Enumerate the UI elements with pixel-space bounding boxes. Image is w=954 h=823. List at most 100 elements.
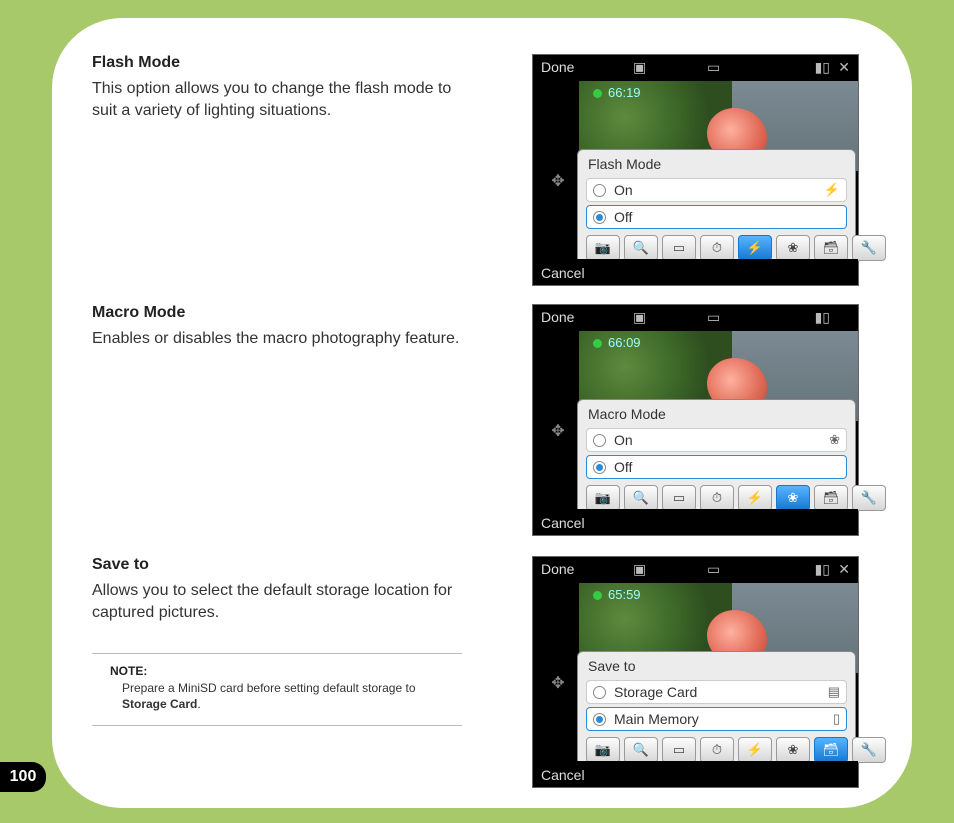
bottom-bar: Cancel (533, 259, 858, 285)
section-heading: Flash Mode (92, 54, 462, 72)
battery-icon: ▮▯ (815, 309, 830, 326)
timer-icon[interactable]: ⏱ (700, 485, 734, 511)
device-screen: Done ▣ ▭ ▮▯ ✕ 65:59 ✥ Save to Storage Ca… (532, 556, 859, 788)
timer-icon[interactable]: ⏱ (700, 235, 734, 261)
dpad-icon: ✥ (549, 421, 567, 439)
option-storage-card[interactable]: Storage Card ▤ (586, 680, 847, 704)
storage-icon[interactable]: 🗃 (814, 485, 848, 511)
timer-icon[interactable]: ⏱ (700, 737, 734, 763)
memory-icon: ▯ (833, 711, 840, 727)
bottom-bar: Cancel (533, 761, 858, 787)
radio-icon (593, 713, 606, 726)
note-bold: Storage Card (122, 697, 197, 711)
zoom-icon[interactable]: 🔍 (624, 737, 658, 763)
option-label: On (614, 182, 633, 198)
note-text-prefix: Prepare a MiniSD card before setting def… (122, 681, 416, 695)
camera-mode-icon[interactable]: 📷 (586, 235, 620, 261)
screenshot-flash-mode: Done ▣ ▭ ▮▯ ✕ 66:19 ✥ Flash Mode On⚡Off … (532, 54, 857, 286)
note-heading: NOTE: (110, 664, 458, 678)
top-bar: Done ▣ ▭ ▮▯ (533, 305, 858, 331)
mode-icon: ▭ (707, 59, 720, 76)
settings-icon[interactable]: 🔧 (852, 485, 886, 511)
option-label: Main Memory (614, 711, 699, 727)
settings-icon[interactable]: 🔧 (852, 235, 886, 261)
option-main-memory[interactable]: Main Memory ▯ (586, 707, 847, 731)
close-icon[interactable]: ✕ (838, 59, 850, 76)
macro-icon[interactable]: ❀ (776, 235, 810, 261)
recording-timer: 65:59 (593, 587, 641, 602)
flash-icon[interactable]: ⚡ (738, 485, 772, 511)
radio-icon (593, 434, 606, 447)
settings-panel: Save to Storage Card ▤ Main Memory ▯ 📷🔍▭⏱⚡❀… (577, 651, 856, 768)
close-icon[interactable]: ✕ (838, 561, 850, 578)
flash-icon[interactable]: ⚡ (738, 235, 772, 261)
page-card: Flash Mode This option allows you to cha… (52, 18, 912, 808)
option-label: On (614, 432, 633, 448)
section-heading: Save to (92, 556, 462, 574)
sd-card-icon: ▤ (828, 684, 840, 700)
scene-icon[interactable]: ▭ (662, 235, 696, 261)
storage-icon[interactable]: 🗃 (814, 235, 848, 261)
macro-on-icon: ❀ (829, 432, 840, 448)
cancel-softkey[interactable]: Cancel (541, 767, 585, 783)
bottom-bar: Cancel (533, 509, 858, 535)
dpad-icon: ✥ (549, 171, 567, 189)
note-body: Prepare a MiniSD card before setting def… (122, 680, 458, 712)
done-softkey[interactable]: Done (541, 309, 574, 325)
option-off[interactable]: Off (586, 455, 847, 479)
option-label: Off (614, 459, 632, 475)
camera-mode-icon[interactable]: 📷 (586, 737, 620, 763)
panel-title: Macro Mode (588, 406, 847, 422)
settings-panel: Macro Mode On ❀ Off 📷🔍▭⏱⚡❀🗃🔧 (577, 399, 856, 516)
flash-icon[interactable]: ⚡ (738, 737, 772, 763)
top-bar: Done ▣ ▭ ▮▯ ✕ (533, 55, 858, 81)
top-bar: Done ▣ ▭ ▮▯ ✕ (533, 557, 858, 583)
option-list: On ⚡ Off (586, 178, 847, 229)
scene-icon[interactable]: ▭ (662, 485, 696, 511)
done-softkey[interactable]: Done (541, 59, 574, 75)
zoom-icon[interactable]: 🔍 (624, 485, 658, 511)
section-heading: Macro Mode (92, 304, 462, 322)
done-softkey[interactable]: Done (541, 561, 574, 577)
radio-icon (593, 461, 606, 474)
option-off[interactable]: Off (586, 205, 847, 229)
zoom-icon[interactable]: 🔍 (624, 235, 658, 261)
settings-toolbar: 📷🔍▭⏱⚡❀🗃🔧 (586, 737, 847, 763)
section-flash-mode: Flash Mode This option allows you to cha… (92, 54, 462, 121)
recording-timer: 66:19 (593, 85, 641, 100)
settings-toolbar: 📷🔍▭⏱⚡❀🗃🔧 (586, 235, 847, 261)
note-text-suffix: . (197, 697, 200, 711)
panel-title: Save to (588, 658, 847, 674)
option-label: Storage Card (614, 684, 697, 700)
camera-icon: ▣ (633, 561, 646, 578)
record-dot-icon (593, 339, 602, 348)
option-on[interactable]: On ⚡ (586, 178, 847, 202)
option-list: On ❀ Off (586, 428, 847, 479)
battery-icon: ▮▯ (815, 59, 830, 76)
flash-on-icon: ⚡ (824, 182, 840, 198)
camera-mode-icon[interactable]: 📷 (586, 485, 620, 511)
option-on[interactable]: On ❀ (586, 428, 847, 452)
mode-icon: ▭ (707, 309, 720, 326)
cancel-softkey[interactable]: Cancel (541, 515, 585, 531)
note-box: NOTE: Prepare a MiniSD card before setti… (92, 653, 462, 725)
record-dot-icon (593, 89, 602, 98)
dpad-icon: ✥ (549, 673, 567, 691)
radio-icon (593, 211, 606, 224)
macro-icon[interactable]: ❀ (776, 737, 810, 763)
page-number-badge: 100 (0, 762, 46, 792)
device-screen: Done ▣ ▭ ▮▯ 66:09 ✥ Macro Mode On ❀ Off 📷🔍… (532, 304, 859, 536)
scene-icon[interactable]: ▭ (662, 737, 696, 763)
settings-icon[interactable]: 🔧 (852, 737, 886, 763)
option-list: Storage Card ▤ Main Memory ▯ (586, 680, 847, 731)
panel-title: Flash Mode (588, 156, 847, 172)
section-body: Allows you to select the default storage… (92, 580, 462, 623)
manual-page: Flash Mode This option allows you to cha… (0, 0, 954, 823)
settings-toolbar: 📷🔍▭⏱⚡❀🗃🔧 (586, 485, 847, 511)
screenshot-save-to: Done ▣ ▭ ▮▯ ✕ 65:59 ✥ Save to Storage Ca… (532, 556, 857, 788)
macro-icon[interactable]: ❀ (776, 485, 810, 511)
cancel-softkey[interactable]: Cancel (541, 265, 585, 281)
section-macro-mode: Macro Mode Enables or disables the macro… (92, 304, 462, 350)
recording-timer: 66:09 (593, 335, 641, 350)
storage-icon[interactable]: 🗃 (814, 737, 848, 763)
